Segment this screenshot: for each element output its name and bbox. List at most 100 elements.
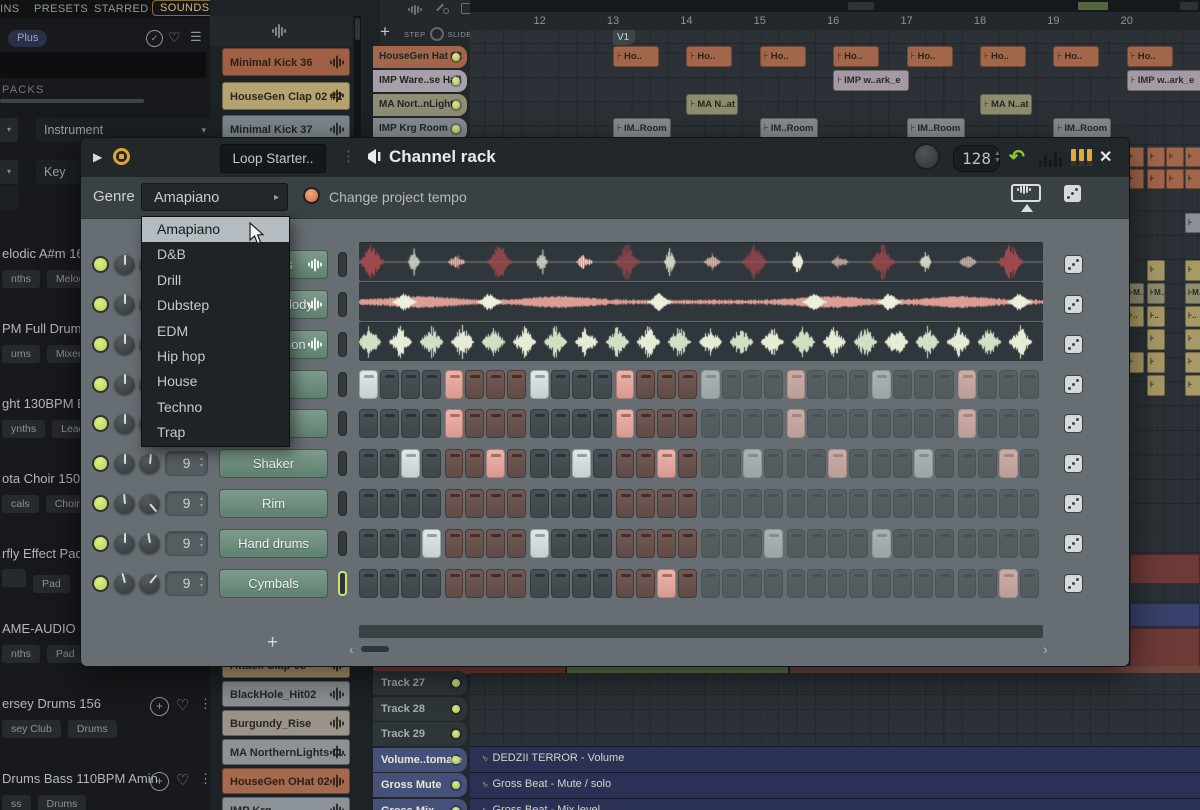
tag-chip[interactable]: ums bbox=[2, 345, 40, 363]
plus-filter-chip[interactable]: Plus bbox=[8, 30, 47, 47]
channel-pan-knob[interactable] bbox=[114, 493, 135, 514]
route-spinner-icon[interactable]: ▴▾ bbox=[200, 536, 203, 550]
playlist-mini-clip[interactable]: ⊦ bbox=[1130, 147, 1144, 167]
track-enabled-led[interactable] bbox=[452, 77, 460, 85]
tag-chip[interactable]: ss bbox=[2, 795, 31, 810]
step-button[interactable] bbox=[507, 449, 526, 478]
step-button[interactable] bbox=[445, 569, 464, 598]
step-button[interactable] bbox=[914, 569, 933, 598]
step-button[interactable] bbox=[935, 529, 954, 558]
playlist-mini-clip[interactable]: ⊦ bbox=[1147, 329, 1165, 350]
step-button[interactable] bbox=[872, 529, 891, 558]
step-button[interactable] bbox=[958, 569, 977, 598]
track-enabled-led[interactable] bbox=[452, 807, 460, 810]
step-button[interactable] bbox=[657, 409, 676, 438]
pattern-indicator[interactable] bbox=[338, 292, 347, 317]
heart-icon[interactable]: ♡ bbox=[176, 696, 189, 714]
step-button[interactable] bbox=[530, 489, 549, 518]
browser-tab-starred[interactable]: STARRED bbox=[94, 3, 149, 15]
step-button[interactable] bbox=[701, 489, 720, 518]
playlist-track-header[interactable]: Gross Mix bbox=[373, 799, 467, 810]
playlist-mini-clip[interactable]: ⊦ bbox=[1130, 352, 1144, 373]
browser-tab-presets[interactable]: PRESETS bbox=[34, 3, 88, 15]
filter-box[interactable] bbox=[0, 186, 18, 210]
step-button[interactable] bbox=[551, 449, 570, 478]
step-button[interactable] bbox=[572, 449, 591, 478]
channel-mute-led[interactable] bbox=[94, 417, 107, 430]
step-button[interactable] bbox=[722, 409, 741, 438]
step-button[interactable] bbox=[445, 529, 464, 558]
step-button[interactable] bbox=[401, 449, 420, 478]
playlist-mini-clip[interactable]: ⊦ bbox=[1185, 213, 1200, 233]
master-knob[interactable] bbox=[913, 143, 940, 170]
step-button[interactable] bbox=[380, 449, 399, 478]
step-button[interactable] bbox=[616, 489, 635, 518]
step-button[interactable] bbox=[807, 529, 826, 558]
channel-mute-led[interactable] bbox=[94, 378, 107, 391]
playlist-clip[interactable]: ⊦MA N..at bbox=[686, 94, 738, 115]
playlist-clip-band[interactable] bbox=[1130, 628, 1200, 667]
playlist-timeline[interactable]: 121314151617181920 bbox=[470, 12, 1200, 30]
step-button[interactable] bbox=[701, 409, 720, 438]
playlist-clip[interactable]: ⊦IMP w..ark_e bbox=[833, 70, 909, 91]
step-button[interactable] bbox=[999, 489, 1018, 518]
step-button[interactable] bbox=[616, 409, 635, 438]
step-button[interactable] bbox=[787, 529, 806, 558]
key-tool-icon[interactable] bbox=[437, 3, 447, 13]
step-button[interactable] bbox=[678, 489, 697, 518]
step-button[interactable] bbox=[764, 529, 783, 558]
track-enabled-led[interactable] bbox=[452, 705, 460, 713]
step-button[interactable] bbox=[893, 569, 912, 598]
step-button[interactable] bbox=[828, 489, 847, 518]
step-button[interactable] bbox=[616, 529, 635, 558]
step-button[interactable] bbox=[743, 489, 762, 518]
playlist-mini-clip[interactable]: ⊦ bbox=[1147, 375, 1165, 396]
loop-starter-plugin-icon[interactable] bbox=[113, 148, 130, 165]
step-button[interactable] bbox=[978, 569, 997, 598]
step-button[interactable] bbox=[807, 489, 826, 518]
step-button[interactable] bbox=[572, 529, 591, 558]
step-button[interactable] bbox=[849, 370, 868, 399]
playlist-track-header[interactable]: Track 29 bbox=[373, 722, 467, 746]
step-button[interactable] bbox=[616, 449, 635, 478]
pattern-indicator[interactable] bbox=[338, 332, 347, 357]
step-button[interactable] bbox=[935, 569, 954, 598]
step-button[interactable] bbox=[359, 569, 378, 598]
step-button[interactable] bbox=[422, 370, 441, 399]
step-button[interactable] bbox=[507, 409, 526, 438]
step-button[interactable] bbox=[593, 409, 612, 438]
wave-tool-icon[interactable] bbox=[408, 3, 422, 21]
playlist-mini-clip[interactable]: ⊦ bbox=[1166, 147, 1184, 167]
step-button[interactable] bbox=[636, 409, 655, 438]
step-button[interactable] bbox=[401, 569, 420, 598]
step-button[interactable] bbox=[787, 409, 806, 438]
step-button[interactable] bbox=[530, 529, 549, 558]
channel-button[interactable]: IMP Krg.. bbox=[222, 797, 350, 810]
step-button[interactable] bbox=[551, 489, 570, 518]
step-button[interactable] bbox=[1020, 529, 1039, 558]
step-button[interactable] bbox=[722, 569, 741, 598]
automation-clip-lane[interactable]: ♂DEDZII TERROR - Volume bbox=[470, 746, 1200, 773]
playlist-mini-clip[interactable]: ⊦ bbox=[1147, 260, 1165, 281]
toolbar-button[interactable] bbox=[848, 2, 874, 10]
step-button[interactable] bbox=[401, 489, 420, 518]
pattern-indicator[interactable] bbox=[338, 411, 347, 436]
step-button[interactable] bbox=[978, 449, 997, 478]
mixer-route-box[interactable]: 9▴▾ bbox=[165, 531, 208, 556]
step-button[interactable] bbox=[359, 370, 378, 399]
step-button[interactable] bbox=[1020, 370, 1039, 399]
step-slide-toggle[interactable]: STEP SLIDE bbox=[404, 27, 480, 41]
playlist-mini-clip[interactable]: ⊦M..p bbox=[1130, 283, 1144, 304]
route-spinner-icon[interactable]: ▴▾ bbox=[200, 576, 203, 590]
browser-list-item[interactable]: ersey Drums 156sey ClubDrums+♡⋮ bbox=[2, 696, 208, 748]
step-button[interactable] bbox=[551, 569, 570, 598]
tag-chip[interactable]: nths bbox=[2, 645, 40, 663]
playlist-track-header[interactable]: Volume..tomate bbox=[373, 748, 467, 772]
playlist-mini-clip[interactable]: ⊦ bbox=[1147, 169, 1165, 189]
playlist-track-header[interactable]: Track 28 bbox=[373, 697, 467, 721]
step-button[interactable] bbox=[572, 370, 591, 399]
step-button[interactable] bbox=[743, 449, 762, 478]
step-button[interactable] bbox=[978, 529, 997, 558]
step-button[interactable] bbox=[722, 370, 741, 399]
step-button[interactable] bbox=[958, 529, 977, 558]
